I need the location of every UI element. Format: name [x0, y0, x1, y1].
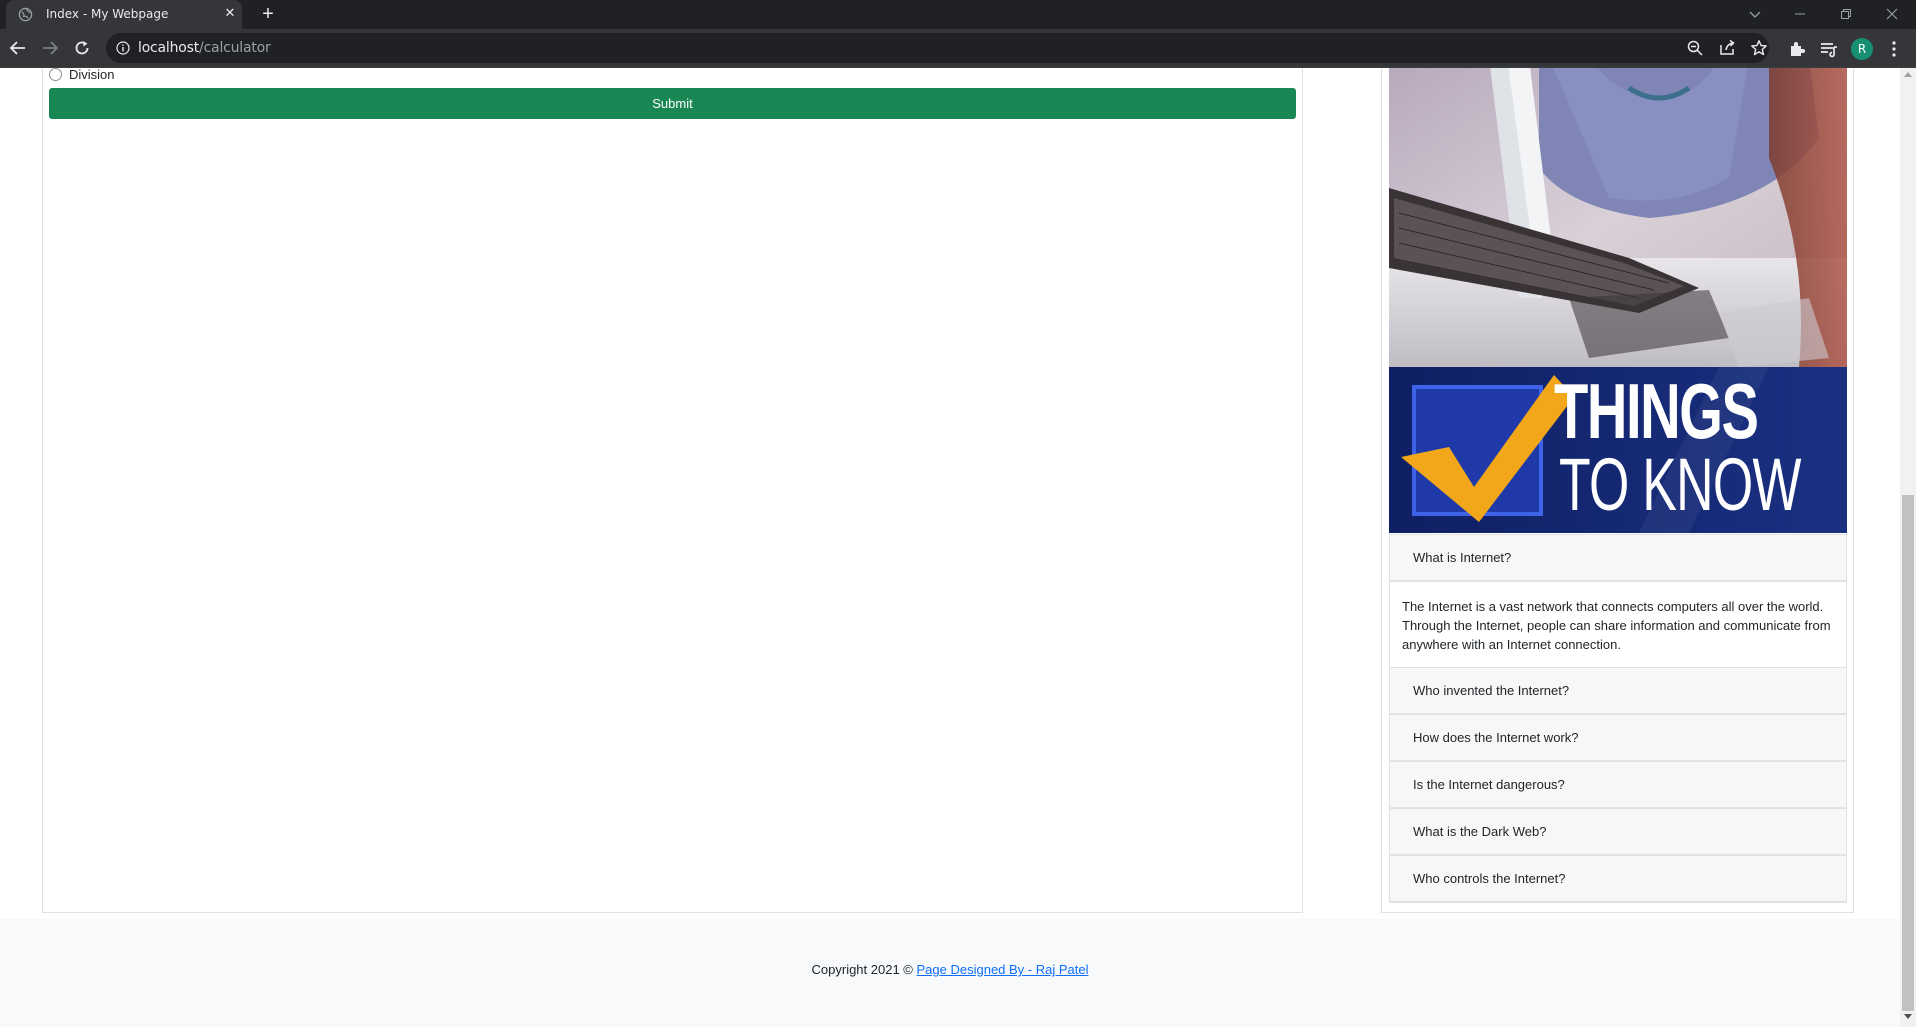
scroll-down-arrow-icon[interactable]: [1904, 1014, 1912, 1019]
tab-strip: Index - My Webpage ✕ +: [0, 0, 1916, 29]
faq-question-button[interactable]: Who controls the Internet?: [1390, 856, 1846, 902]
forward-button[interactable]: [37, 35, 63, 61]
designer-link[interactable]: Page Designed By - Raj Patel: [917, 962, 1089, 977]
close-icon: [1886, 8, 1898, 20]
close-window-button[interactable]: [1870, 0, 1914, 29]
faq-item: What is the Dark Web?: [1390, 809, 1846, 856]
reload-button[interactable]: [69, 35, 95, 61]
scrollbar-thumb[interactable]: [1902, 495, 1914, 1011]
page-viewport: Division Submit THINGS TO KNOW What is I…: [0, 68, 1900, 1027]
division-radio[interactable]: [49, 68, 62, 81]
back-button[interactable]: [5, 35, 31, 61]
scroll-up-arrow-icon[interactable]: [1904, 72, 1912, 77]
division-label: Division: [69, 68, 115, 82]
faq-question-text: What is the Dark Web?: [1413, 824, 1547, 839]
minimize-icon: [1795, 13, 1805, 15]
faq-question-text: Who controls the Internet?: [1413, 871, 1566, 886]
faq-question-button[interactable]: How does the Internet work?: [1390, 715, 1846, 761]
tab-search-button[interactable]: [1733, 0, 1777, 29]
arrow-right-icon: [43, 41, 59, 55]
faq-item: Who controls the Internet?: [1390, 856, 1846, 902]
browser-toolbar: localhost/calculator R: [0, 29, 1916, 68]
minimize-button[interactable]: [1778, 0, 1822, 29]
faq-question-button[interactable]: Who invented the Internet?: [1390, 668, 1846, 714]
woman-at-laptop-photo: [1389, 68, 1847, 367]
faq-item: Is the Internet dangerous?: [1390, 762, 1846, 809]
zoom-icon[interactable]: [1686, 39, 1704, 57]
share-icon[interactable]: [1718, 39, 1736, 57]
restore-icon: [1841, 9, 1851, 19]
profile-avatar[interactable]: R: [1851, 38, 1873, 60]
info-sidebar: THINGS TO KNOW What is Internet? The Inte…: [1381, 68, 1854, 913]
submit-button[interactable]: Submit: [49, 88, 1296, 119]
info-icon[interactable]: [116, 41, 130, 55]
browser-tab-active[interactable]: Index - My Webpage ✕: [6, 0, 242, 29]
url-host: localhost: [138, 40, 200, 56]
address-bar[interactable]: localhost/calculator: [106, 33, 1769, 63]
faq-question-text: What is Internet?: [1413, 550, 1512, 565]
more-vert-icon[interactable]: [1883, 38, 1905, 60]
faq-question-text: Who invented the Internet?: [1413, 683, 1570, 698]
reload-icon: [75, 41, 89, 55]
extensions-icon[interactable]: [1787, 38, 1809, 60]
copyright-text: Copyright 2021 ©: [811, 962, 913, 977]
bookmark-star-icon[interactable]: [1750, 39, 1768, 57]
faq-accordion: What is Internet? The Internet is a vast …: [1389, 534, 1847, 903]
url-text: localhost/calculator: [138, 40, 271, 56]
tab-close-icon[interactable]: ✕: [220, 3, 240, 23]
new-tab-button[interactable]: +: [256, 2, 280, 26]
reading-list-icon[interactable]: [1818, 38, 1840, 60]
footer-text: Copyright 2021 © Page Designed By - Raj …: [0, 962, 1900, 977]
tab-title: Index - My Webpage: [46, 7, 169, 21]
things-to-know-banner: THINGS TO KNOW: [1389, 367, 1847, 533]
chevron-down-icon: [1749, 11, 1761, 18]
banner-title-line2: TO KNOW: [1559, 443, 1801, 526]
banner-title-line1: THINGS: [1554, 367, 1759, 455]
faq-question-button[interactable]: Is the Internet dangerous?: [1390, 762, 1846, 808]
faq-answer-text: The Internet is a vast network that conn…: [1390, 581, 1846, 667]
faq-question-text: Is the Internet dangerous?: [1413, 777, 1565, 792]
faq-item: How does the Internet work?: [1390, 715, 1846, 762]
faq-question-button[interactable]: What is the Dark Web?: [1390, 809, 1846, 855]
globe-icon: [18, 7, 33, 22]
faq-item: What is Internet? The Internet is a vast …: [1390, 535, 1846, 668]
footer: Copyright 2021 © Page Designed By - Raj …: [0, 919, 1900, 1027]
calculator-card: Division Submit: [42, 68, 1303, 913]
url-path: /calculator: [199, 40, 271, 56]
vertical-scrollbar[interactable]: [1900, 68, 1916, 1027]
restore-button[interactable]: [1824, 0, 1868, 29]
faq-question-button[interactable]: What is Internet?: [1390, 535, 1846, 581]
faq-question-text: How does the Internet work?: [1413, 730, 1579, 745]
arrow-left-icon: [9, 41, 25, 55]
faq-item: Who invented the Internet?: [1390, 668, 1846, 715]
